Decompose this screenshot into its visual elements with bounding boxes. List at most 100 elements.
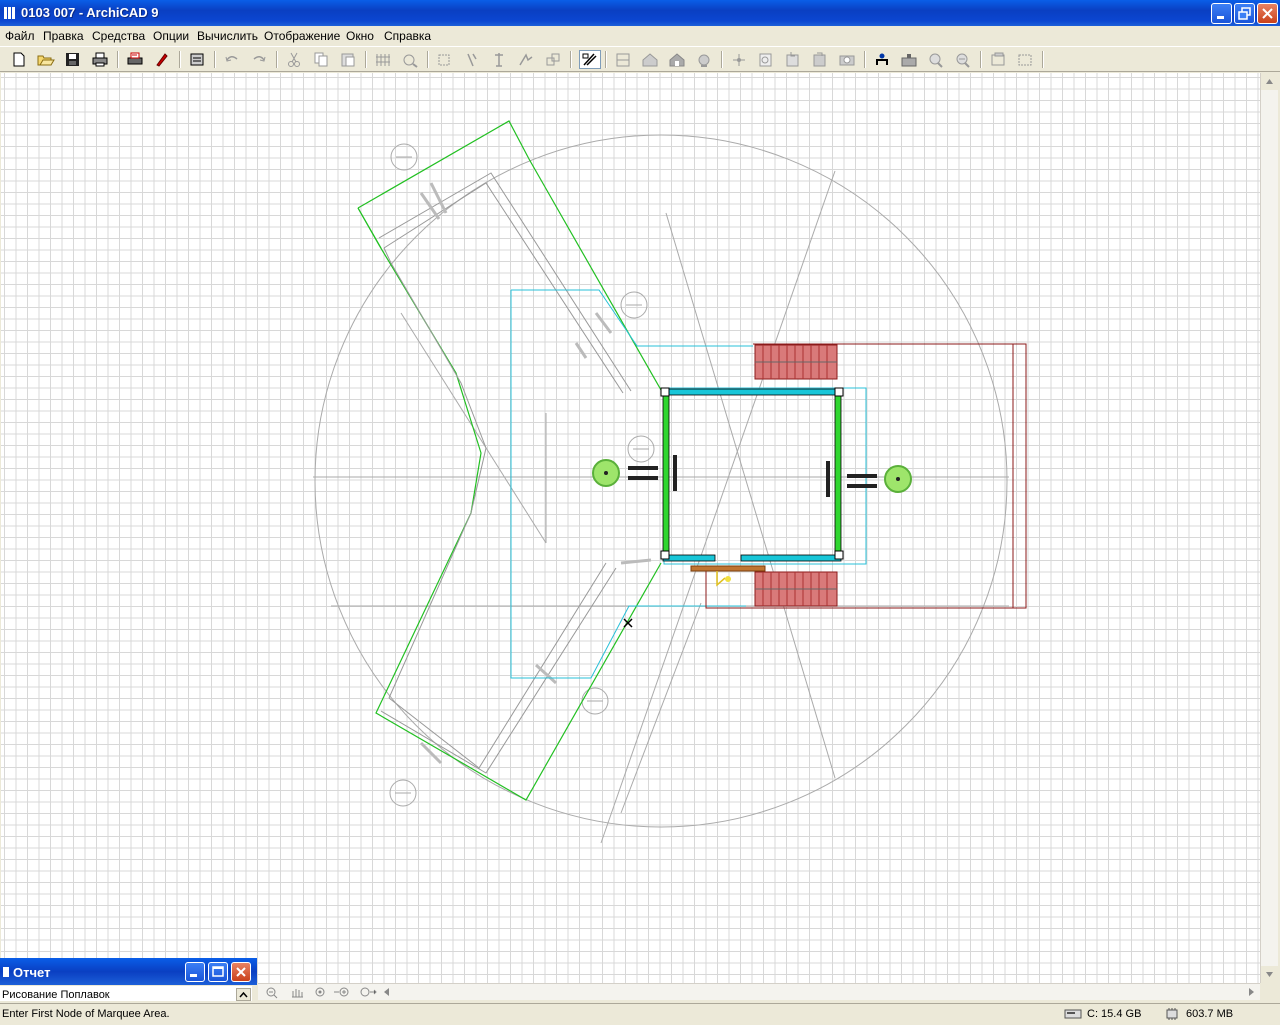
zoom-previous-control[interactable] <box>356 985 378 999</box>
sun-button[interactable] <box>782 50 804 69</box>
copy-button[interactable] <box>310 50 332 69</box>
undo-button[interactable] <box>221 50 243 69</box>
menu-help[interactable]: Справка <box>381 28 434 44</box>
new-button[interactable] <box>8 50 30 69</box>
zoom-out-button[interactable] <box>952 50 974 69</box>
pan-control[interactable] <box>286 985 308 999</box>
archicad-app-icon[interactable] <box>3 6 17 20</box>
cut-button[interactable] <box>283 50 305 69</box>
toolbar-separator <box>427 51 429 68</box>
column-right[interactable] <box>884 465 912 493</box>
stair-top[interactable] <box>754 344 838 380</box>
toolbar-separator <box>214 51 216 68</box>
scroll-left-button[interactable] <box>380 985 394 999</box>
trace-button[interactable] <box>579 50 601 69</box>
menu-display[interactable]: Отображение <box>261 28 343 44</box>
scroll-down-button[interactable] <box>1261 966 1278 983</box>
elevation-button[interactable] <box>639 50 661 69</box>
rotate-icon <box>495 53 503 67</box>
menu-options[interactable]: Опции <box>150 28 192 44</box>
status-message: Enter First Node of Marquee Area. <box>2 1008 170 1020</box>
report-close-button[interactable] <box>231 962 251 982</box>
disk-icon <box>1064 1009 1082 1019</box>
open-button[interactable] <box>35 50 57 69</box>
fit-button[interactable] <box>987 50 1009 69</box>
close-button[interactable] <box>1257 3 1278 24</box>
window-button[interactable] <box>1014 50 1036 69</box>
zoom-button[interactable] <box>925 50 947 69</box>
minimize-icon <box>1217 16 1224 19</box>
column-left[interactable] <box>592 459 620 487</box>
render-icon <box>698 54 710 67</box>
camera-button[interactable] <box>809 50 831 69</box>
publish-button[interactable] <box>186 50 208 69</box>
toolbar-separator <box>179 51 181 68</box>
floor-plan-drawing[interactable] <box>1 73 1260 983</box>
pen-icon <box>156 53 168 67</box>
title-bar: 0103 007 - ArchiCAD 9 <box>0 0 1280 26</box>
rotate-button[interactable] <box>488 50 510 69</box>
print-icon <box>92 52 108 67</box>
report-minimize-button[interactable] <box>185 962 205 982</box>
ruler-icon <box>759 53 772 67</box>
multiply-button[interactable] <box>542 50 564 69</box>
vertical-scrollbar[interactable] <box>1260 73 1278 983</box>
fit-icon <box>991 52 1005 66</box>
toolbar-separator <box>1042 51 1044 68</box>
menu-edit[interactable]: Правка <box>40 28 87 44</box>
print-button[interactable] <box>89 50 111 69</box>
minimize-button[interactable] <box>1211 3 1232 24</box>
wing-outline-green[interactable] <box>357 120 662 801</box>
object-button[interactable] <box>871 50 893 69</box>
section-button[interactable] <box>612 50 634 69</box>
library-icon <box>839 55 855 66</box>
report-maximize-button[interactable] <box>208 962 228 982</box>
beam-brown[interactable] <box>690 565 766 572</box>
drag-button[interactable] <box>461 50 483 69</box>
grid-button[interactable] <box>372 50 394 69</box>
walls[interactable] <box>660 387 844 562</box>
menu-window[interactable]: Окно <box>343 28 377 44</box>
menu-calculate[interactable]: Вычислить <box>194 28 261 44</box>
floor-plan-canvas[interactable] <box>1 73 1260 983</box>
report-title: Отчет <box>13 965 51 980</box>
mirror-button[interactable] <box>515 50 537 69</box>
report-title-bar[interactable]: Отчет <box>0 958 257 985</box>
zoom-in-control[interactable] <box>332 985 354 999</box>
zoom-fit-control[interactable] <box>310 985 332 999</box>
ruler-button[interactable] <box>755 50 777 69</box>
zoom-previous-icon <box>360 987 377 997</box>
arrow-down-icon <box>1266 972 1273 977</box>
menu-file[interactable]: Файл <box>2 28 38 44</box>
save-button[interactable] <box>62 50 84 69</box>
maximize-button[interactable] <box>1234 3 1255 24</box>
redo-button[interactable] <box>248 50 270 69</box>
yellow-marker-dot <box>725 576 731 582</box>
copy-icon <box>314 52 328 67</box>
yellow-marker[interactable] <box>716 571 726 587</box>
plot-button[interactable] <box>124 50 146 69</box>
paste-button[interactable] <box>337 50 359 69</box>
library-button[interactable] <box>836 50 858 69</box>
snap-button[interactable] <box>399 50 421 69</box>
close-icon <box>1262 8 1273 19</box>
select-button[interactable] <box>434 50 456 69</box>
render-button[interactable] <box>693 50 715 69</box>
layout-button[interactable] <box>898 50 920 69</box>
zoom-out-control[interactable] <box>262 985 284 999</box>
grid-icon <box>376 54 390 66</box>
status-bar: Enter First Node of Marquee Area. C: 15.… <box>0 1003 1280 1025</box>
pen-button[interactable] <box>151 50 173 69</box>
scroll-up-button[interactable] <box>1261 73 1278 90</box>
measure-button[interactable] <box>728 50 750 69</box>
3d-button[interactable] <box>666 50 688 69</box>
scroll-right-button[interactable] <box>1244 985 1258 999</box>
stair-bottom[interactable] <box>754 571 838 607</box>
toolbar-separator <box>605 51 607 68</box>
report-palette[interactable]: Отчет Рисование Поплавок <box>0 958 257 1002</box>
report-scroll-up-button[interactable] <box>236 988 251 1001</box>
horizontal-scrollbar[interactable] <box>258 983 1260 1000</box>
menu-tools[interactable]: Средства <box>89 28 148 44</box>
zoom-in-small-icon <box>334 987 349 997</box>
zoom-out-small-icon <box>266 987 278 999</box>
